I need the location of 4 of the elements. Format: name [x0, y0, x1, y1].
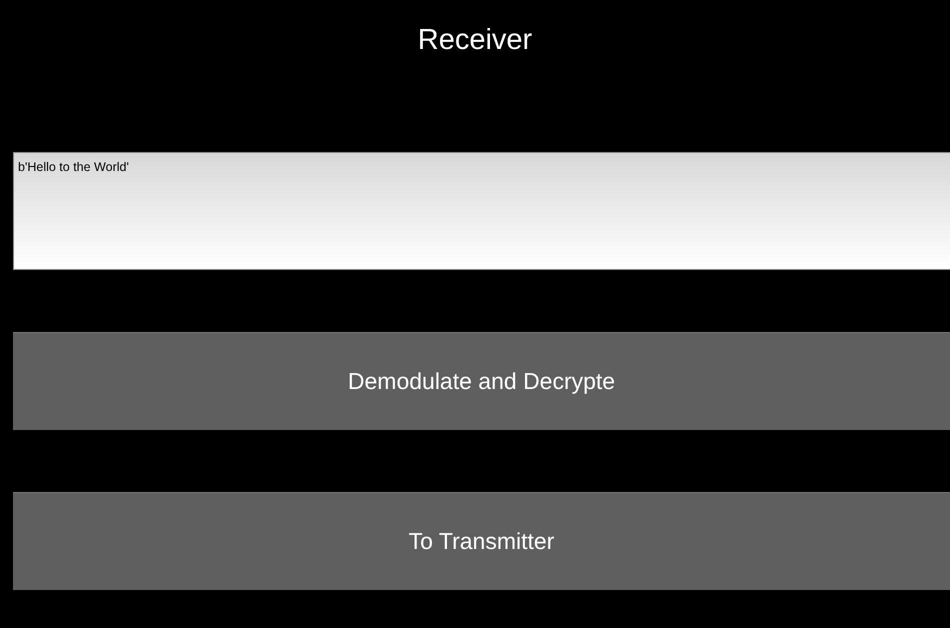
action-button[interactable]: Demodulate and Decrypte [13, 332, 950, 430]
output-field[interactable]: b'Hello to the World' [13, 152, 950, 270]
screen-title: Receiver [418, 23, 532, 58]
action-button[interactable]: To Transmitter [13, 492, 950, 590]
